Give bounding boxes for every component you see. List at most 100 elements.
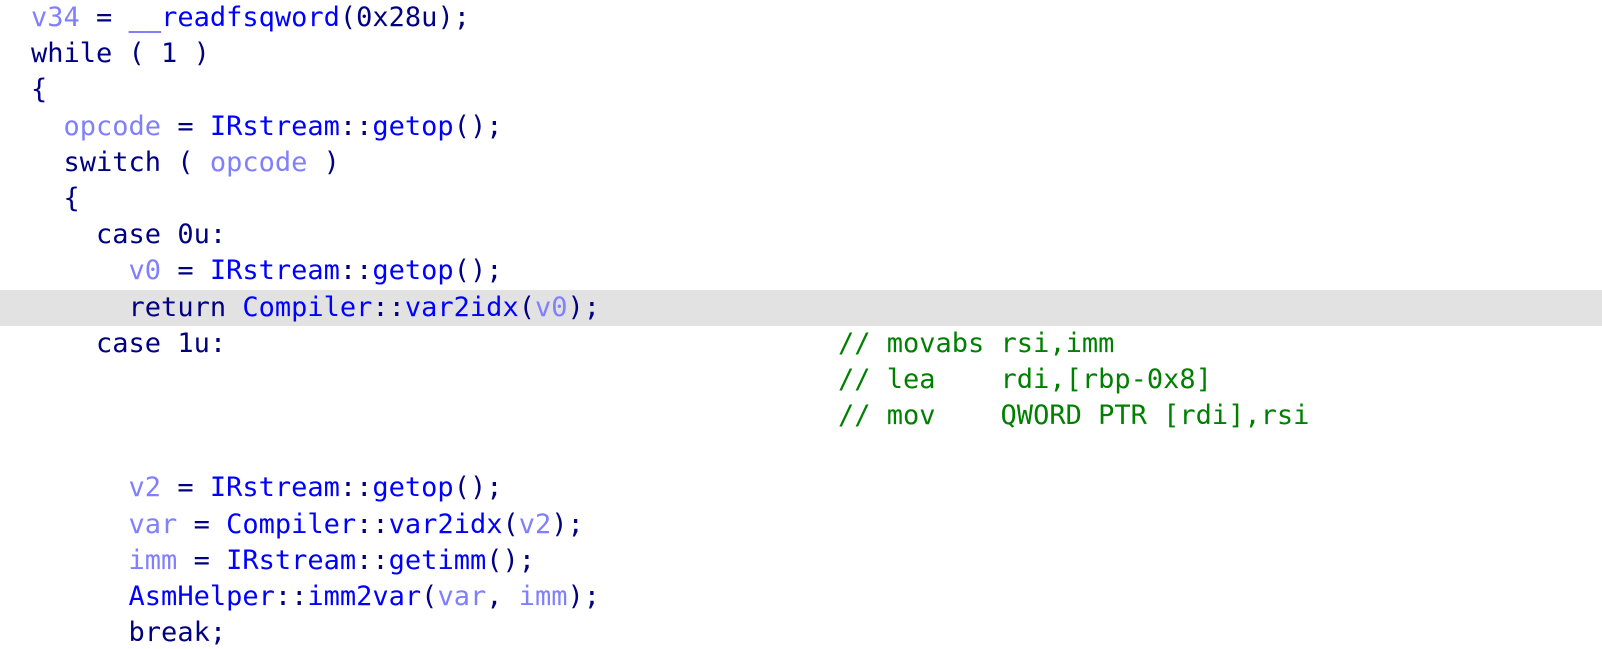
code-token-class[interactable]: IRstream	[210, 472, 340, 503]
code-token-punct: ();	[453, 110, 503, 142]
code-line-text: return Compiler::var2idx(v0);	[31, 290, 600, 326]
code-token-class[interactable]: AsmHelper	[129, 581, 275, 612]
code-token-func[interactable]: getimm	[389, 545, 487, 576]
code-token-var[interactable]: imm	[129, 545, 178, 576]
code-line-text: opcode = IRstream::getop();	[31, 109, 503, 145]
code-token-class[interactable]: IRstream	[226, 545, 356, 576]
code-line[interactable]: {	[0, 72, 1602, 108]
code-token-func[interactable]: getop	[372, 472, 453, 503]
code-token-var[interactable]: opcode	[210, 147, 308, 178]
code-token-punct: ();	[453, 472, 503, 504]
code-token-punct: =	[161, 472, 210, 504]
code-line-list: v34 = __readfsqword(0x28u); while ( 1 ){ …	[0, 0, 1602, 649]
code-token-punct: ::	[356, 508, 389, 540]
code-line-text: v2 = IRstream::getop();	[31, 470, 503, 506]
code-line[interactable]: case 0u:	[0, 217, 1602, 253]
code-line[interactable]: v34 = __readfsqword(0x28u);	[0, 0, 1602, 36]
code-line[interactable]	[0, 434, 1602, 470]
code-token-func[interactable]: getop	[372, 255, 453, 286]
code-line-highlighted[interactable]: return Compiler::var2idx(v0);	[0, 289, 1602, 326]
code-token-punct: (	[421, 581, 438, 612]
code-token-var[interactable]: opcode	[64, 111, 162, 142]
assembly-comment: // movabs rsi,imm	[838, 327, 1115, 359]
code-token-punct: ::	[339, 472, 373, 504]
code-line-text: break;	[31, 615, 227, 649]
code-token-punct: )	[177, 38, 210, 70]
code-token-punct: ::	[372, 291, 405, 323]
code-token-punct: ::	[274, 581, 308, 612]
code-token-punct: ::	[356, 544, 389, 576]
assembly-comment: // lea rdi,[rbp-0x8]	[838, 363, 1212, 395]
code-line-text: var = Compiler::var2idx(v2);	[31, 507, 584, 543]
code-token-func[interactable]: getop	[372, 111, 453, 142]
code-token-punct: {	[31, 74, 48, 106]
code-token-func[interactable]: var2idx	[405, 292, 519, 323]
code-token-func[interactable]: var2idx	[389, 509, 503, 540]
code-token-punct: ::	[339, 255, 373, 287]
code-line[interactable]: // lea rdi,[rbp-0x8]	[0, 362, 1602, 398]
code-line[interactable]: v0 = IRstream::getop();	[0, 253, 1602, 289]
code-line[interactable]: {	[0, 181, 1602, 217]
code-token-kw: case	[96, 219, 178, 251]
code-token-var[interactable]: v0	[535, 292, 568, 323]
code-line-text: AsmHelper::imm2var(var, imm);	[31, 579, 600, 615]
code-line-text: case 1u:	[31, 326, 226, 362]
code-token-num: 0u	[177, 219, 210, 251]
code-token-class[interactable]: Compiler	[226, 509, 356, 540]
code-token-punct: =	[161, 110, 210, 142]
code-token-punct: ,	[486, 581, 519, 612]
code-token-punct: ;	[209, 617, 227, 649]
code-line[interactable]: break;	[0, 615, 1602, 649]
code-line[interactable]: // mov QWORD PTR [rdi],rsi	[0, 398, 1602, 434]
code-line[interactable]: switch ( opcode )	[0, 145, 1602, 181]
code-token-punct: :	[209, 327, 227, 359]
code-token-punct: (	[339, 2, 357, 33]
code-token-func[interactable]: __readfsqword	[129, 2, 340, 33]
code-line[interactable]: while ( 1 )	[0, 36, 1602, 72]
code-line-text: {	[31, 72, 47, 108]
code-line[interactable]: case 1u: // movabs rsi,imm	[0, 326, 1602, 362]
code-token-var[interactable]: v2	[519, 509, 552, 540]
code-token-var[interactable]: v34	[31, 2, 80, 33]
code-token-var[interactable]: v0	[129, 255, 162, 286]
pseudocode-view[interactable]: v34 = __readfsqword(0x28u); while ( 1 ){ …	[0, 0, 1602, 649]
code-token-num: 0x28u	[356, 2, 438, 33]
code-token-func[interactable]: imm2var	[307, 581, 421, 612]
code-line[interactable]: var = Compiler::var2idx(v2);	[0, 507, 1602, 543]
code-token-num: 1	[161, 38, 178, 70]
code-line[interactable]: v2 = IRstream::getop();	[0, 470, 1602, 506]
code-token-punct: )	[307, 146, 340, 178]
code-token-punct: ();	[486, 544, 535, 576]
code-token-punct: );	[437, 2, 470, 33]
code-token-class[interactable]: IRstream	[210, 111, 340, 142]
code-line-text: {	[31, 181, 80, 217]
code-token-punct: :	[209, 219, 227, 251]
code-token-punct: =	[161, 255, 210, 287]
code-token-var[interactable]: v2	[129, 472, 162, 503]
code-token-kw: while (	[31, 38, 162, 70]
code-line[interactable]: imm = IRstream::getimm();	[0, 543, 1602, 579]
code-line-text: switch ( opcode )	[31, 145, 340, 181]
code-line[interactable]: AsmHelper::imm2var(var, imm);	[0, 579, 1602, 615]
code-token-var[interactable]: imm	[519, 581, 568, 612]
code-token-class[interactable]: IRstream	[210, 255, 340, 286]
code-line-text: case 0u:	[31, 217, 226, 253]
code-line-text: while ( 1 )	[31, 36, 210, 72]
code-token-kw: return	[128, 291, 243, 323]
code-token-class[interactable]: Compiler	[242, 292, 372, 323]
code-token-punct: ::	[339, 110, 373, 142]
code-token-punct: ();	[453, 255, 503, 287]
code-token-num: 1u	[177, 327, 210, 359]
code-line[interactable]: opcode = IRstream::getop();	[0, 109, 1602, 145]
code-token-var[interactable]: var	[437, 581, 486, 612]
code-token-punct: =	[177, 544, 227, 576]
code-token-var[interactable]: var	[129, 509, 178, 540]
